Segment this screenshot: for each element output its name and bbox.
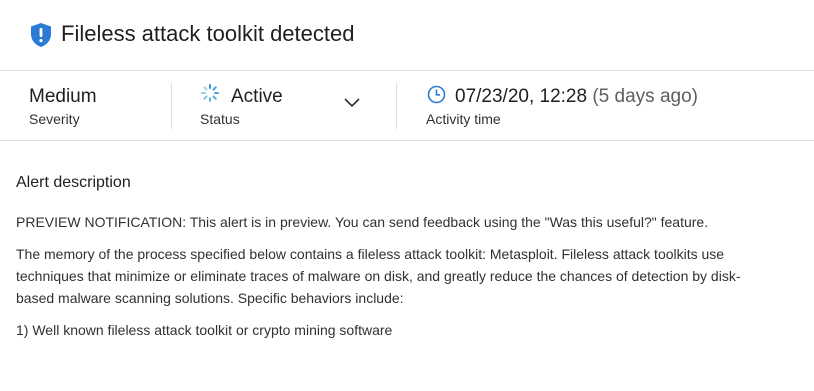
severity-value: Medium	[29, 86, 97, 107]
severity-label: Severity	[29, 111, 80, 127]
description-paragraph: PREVIEW NOTIFICATION: This alert is in p…	[16, 214, 709, 230]
status-value: Active	[231, 86, 283, 107]
alert-title: Fileless attack toolkit detected	[61, 21, 355, 46]
description-paragraph: 1) Well known fileless attack toolkit or…	[16, 322, 393, 338]
activity-relative-time: (5 days ago)	[592, 86, 698, 107]
activity-time: 07/23/20, 12:28	[455, 86, 588, 107]
status-label: Status	[200, 111, 240, 127]
description-paragraph: The memory of the process specified belo…	[16, 246, 741, 306]
description-heading: Alert description	[16, 174, 131, 191]
divider	[171, 83, 172, 129]
clock-icon	[427, 85, 446, 104]
spinner-icon	[201, 84, 219, 102]
chevron-down-icon[interactable]	[343, 97, 361, 109]
activity-time-label: Activity time	[426, 111, 501, 127]
alert-header: Fileless attack toolkit detected	[0, 0, 814, 71]
alert-description: Alert description PREVIEW NOTIFICATION: …	[16, 140, 776, 341]
shield-alert-icon	[31, 23, 51, 47]
activity-time-value: 07/23/20, 12:28 (5 days ago)	[455, 86, 698, 108]
divider	[396, 83, 397, 129]
